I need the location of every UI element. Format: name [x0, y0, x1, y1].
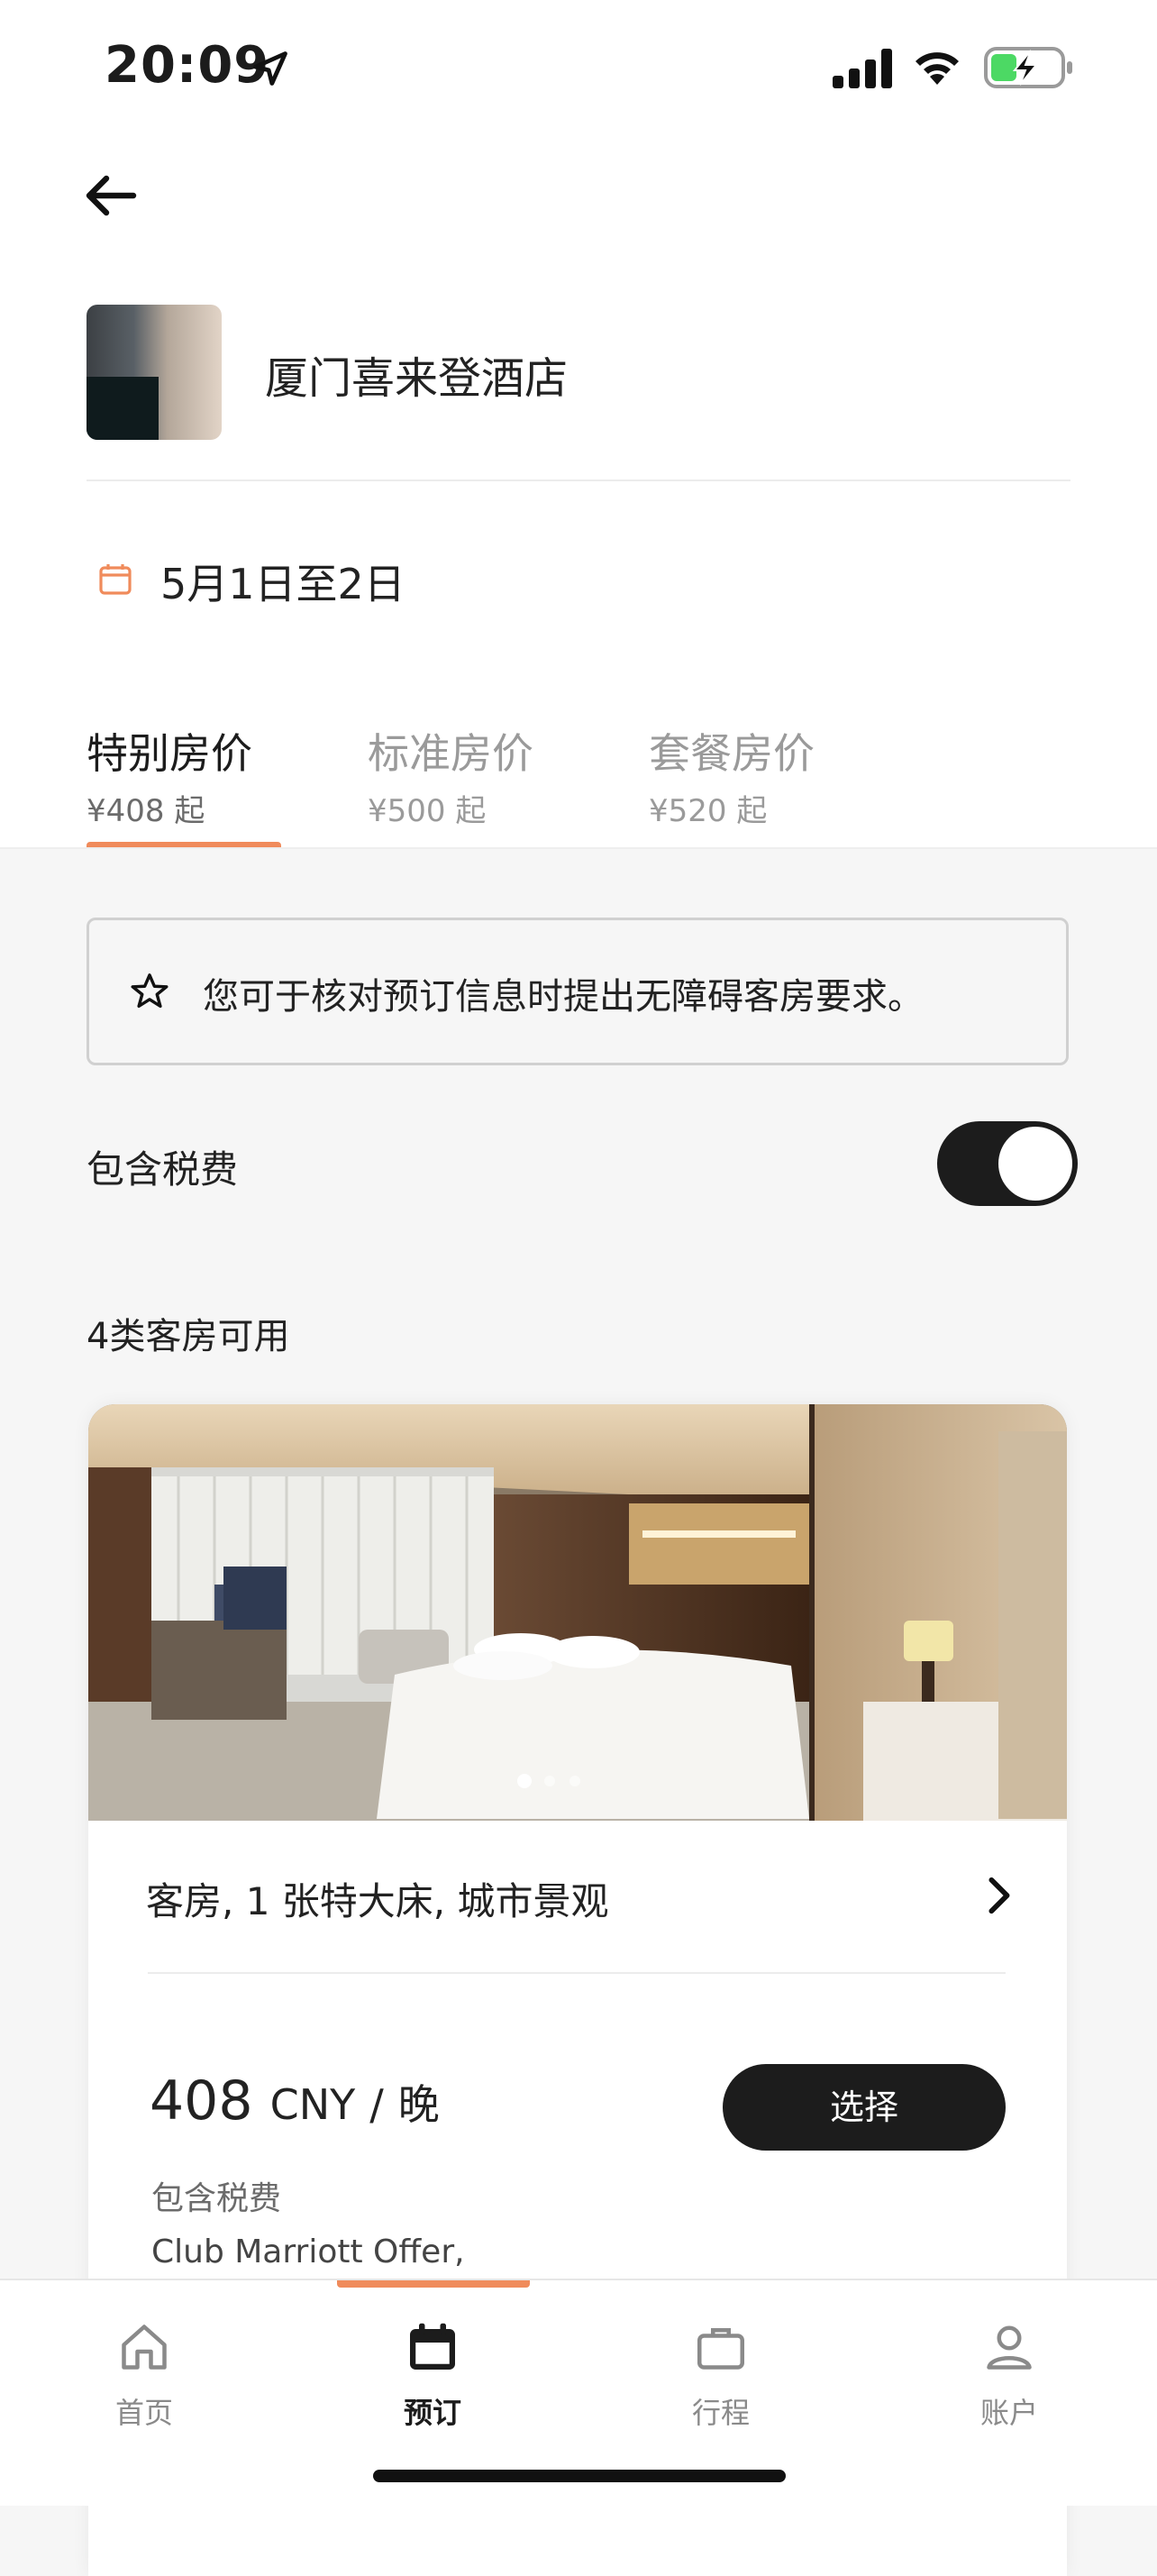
- back-arrow-button[interactable]: [79, 164, 151, 227]
- divider: [148, 1972, 1006, 1974]
- calendar-icon: [410, 2323, 455, 2370]
- price-currency: CNY: [269, 2080, 356, 2129]
- tab-package-rate[interactable]: 套餐房价 ¥520 起: [649, 721, 815, 830]
- tab-label: 标准房价: [368, 729, 533, 778]
- chevron-right-icon[interactable]: [980, 1875, 1016, 1916]
- notice-text: 您可于核对预订信息时提出无障碍客房要求。: [203, 976, 924, 1018]
- person-icon: [987, 2325, 1032, 2370]
- divider: [87, 480, 1070, 481]
- toggle-knob: [998, 1127, 1072, 1201]
- tab-price: ¥500 起: [368, 793, 487, 829]
- select-room-button[interactable]: 选择: [723, 2064, 1006, 2151]
- room-photo[interactable]: [88, 1404, 1067, 1821]
- active-nav-indicator: [337, 2280, 530, 2288]
- nav-label: 首页: [114, 2396, 173, 2430]
- tab-price: ¥520 起: [649, 793, 768, 829]
- price-per-night: 晚: [397, 2080, 440, 2129]
- offer-name: Club Marriott Offer,: [151, 2233, 465, 2270]
- room-title[interactable]: 客房, 1 张特大床, 城市景观: [146, 1871, 608, 1926]
- calendar-icon: [99, 564, 132, 595]
- tab-standard-rate[interactable]: 标准房价 ¥500 起: [368, 721, 533, 830]
- accessibility-notice: 您可于核对预订信息时提出无障碍客房要求。: [87, 918, 1069, 1065]
- hotel-name: 厦门喜来登酒店: [265, 353, 569, 404]
- star-icon: [131, 973, 169, 1009]
- location-arrow-icon: [253, 51, 287, 86]
- status-time: 20:09: [105, 36, 270, 95]
- nav-booking[interactable]: 预订: [351, 2298, 514, 2434]
- tab-label: 套餐房价: [649, 729, 815, 778]
- tab-label: 特别房价: [87, 729, 252, 778]
- nav-trips[interactable]: 行程: [640, 2298, 802, 2434]
- tab-price: ¥408 起: [87, 793, 205, 829]
- home-icon: [122, 2325, 167, 2370]
- briefcase-icon: [697, 2328, 744, 2370]
- stay-dates[interactable]: 5月1日至2日: [160, 552, 405, 611]
- tax-included-note: 包含税费: [151, 2180, 282, 2217]
- nav-label: 行程: [691, 2396, 750, 2430]
- price-amount: 408: [150, 2069, 253, 2133]
- wifi-icon: [916, 52, 959, 85]
- nav-label: 预订: [403, 2396, 461, 2430]
- rooms-available-count: 4类客房可用: [87, 1316, 290, 1357]
- room-price: 408 CNY / 晚: [150, 2069, 440, 2133]
- cellular-signal-icon: [833, 49, 892, 88]
- battery-charging-icon: [984, 47, 1072, 88]
- nav-home[interactable]: 首页: [63, 2298, 225, 2434]
- hotel-thumbnail: [87, 305, 222, 440]
- nav-label: 账户: [979, 2396, 1038, 2430]
- tax-toggle-label: 包含税费: [87, 1147, 239, 1192]
- tab-special-rate[interactable]: 特别房价 ¥408 起: [87, 721, 252, 830]
- price-separator: /: [369, 2080, 384, 2129]
- nav-account[interactable]: 账户: [928, 2298, 1090, 2434]
- include-tax-toggle[interactable]: [937, 1121, 1078, 1206]
- divider: [0, 847, 1157, 849]
- home-indicator: [373, 2470, 786, 2482]
